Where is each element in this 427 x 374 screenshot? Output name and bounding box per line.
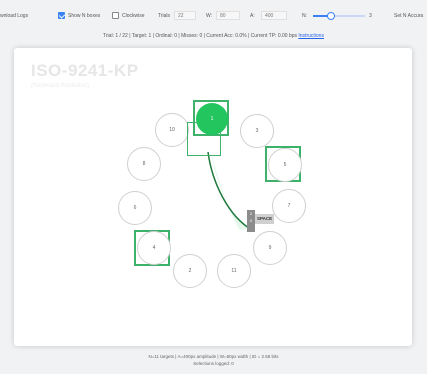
task-canvas[interactable]: ISO-9241-KP (Keyboard Prediction) 3 5 7 … <box>14 48 412 346</box>
target-2[interactable]: 2 <box>173 254 207 288</box>
key-popup: 2 X <box>247 210 255 232</box>
target-8[interactable]: 8 <box>127 147 161 181</box>
width-label: W: <box>206 13 213 19</box>
toolbar: wnload Logs Show N boxes Clockwise Trial… <box>0 10 427 26</box>
target-6[interactable]: 6 <box>118 191 152 225</box>
status-bar: Trial: 1 / 22 | Target: 1 | Ordinal: 0 |… <box>0 33 427 39</box>
trials-input[interactable]: 22 <box>174 11 196 20</box>
set-n-accuracy-button[interactable]: Set N Accura <box>394 13 423 19</box>
show-n-boxes-label: Show N boxes <box>68 13 101 19</box>
target-5[interactable]: 5 <box>268 148 302 182</box>
width-input[interactable]: 80 <box>216 11 240 20</box>
key-2: 2 <box>249 211 253 216</box>
amplitude-input[interactable]: 400 <box>261 11 287 20</box>
n-slider[interactable] <box>313 12 365 20</box>
download-logs-button[interactable]: wnload Logs <box>0 13 28 19</box>
target-10[interactable]: 10 <box>155 113 189 147</box>
target-9[interactable]: 9 <box>253 231 287 265</box>
target-4[interactable]: 4 <box>137 231 171 265</box>
status-text: Trial: 1 / 22 | Target: 1 | Ordinal: 0 |… <box>103 33 297 39</box>
clockwise-checkbox[interactable] <box>112 12 119 19</box>
n-value: 3 <box>369 13 372 19</box>
clockwise-label: Clockwise <box>122 13 145 19</box>
trials-label: Trials <box>158 13 171 19</box>
target-11[interactable]: 11 <box>217 254 251 288</box>
footer-selections: Selections logged: 0 <box>193 361 234 366</box>
target-7[interactable]: 7 <box>272 189 306 223</box>
show-n-boxes-checkbox[interactable] <box>58 12 65 19</box>
space-key-label: SPACE <box>255 214 275 224</box>
footer: N=11 targets | A=400px amplitude | W=80p… <box>0 353 427 367</box>
cursor-trace <box>207 150 253 231</box>
footer-parameters: N=11 targets | A=400px amplitude | W=80p… <box>148 354 279 359</box>
instructions-link[interactable]: Instructions <box>298 33 324 39</box>
key-x: X <box>249 218 253 223</box>
n-slider-thumb[interactable] <box>327 12 336 20</box>
target-3[interactable]: 3 <box>240 114 274 148</box>
target-1-active[interactable]: 1 <box>196 103 228 135</box>
n-label: N: <box>302 13 307 19</box>
amplitude-label: A: <box>250 13 255 19</box>
